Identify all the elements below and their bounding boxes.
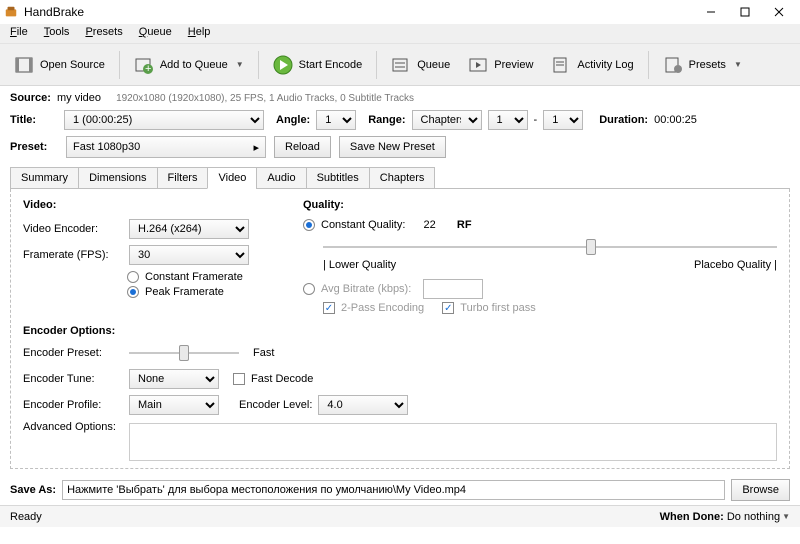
encoder-tune-select[interactable]: None — [129, 369, 219, 389]
menu-file[interactable]: File — [2, 24, 36, 43]
angle-label: Angle: — [276, 114, 310, 126]
save-as-input[interactable] — [62, 480, 725, 500]
browse-button[interactable]: Browse — [731, 479, 790, 501]
menu-bar: File Tools Presets Queue Help — [0, 24, 800, 44]
twopass-check[interactable] — [323, 302, 335, 314]
pfr-radio[interactable]: Peak Framerate — [127, 286, 273, 298]
encoder-label: Video Encoder: — [23, 223, 123, 235]
cq-value: 22 — [424, 219, 436, 231]
range-type-select[interactable]: Chapters — [412, 110, 482, 130]
range-from-select[interactable]: 1 — [488, 110, 528, 130]
save-new-preset-button[interactable]: Save New Preset — [339, 136, 446, 158]
encoder-select[interactable]: H.264 (x264) — [129, 219, 249, 239]
lower-quality-label: | Lower Quality — [323, 259, 396, 271]
fast-decode-check[interactable] — [233, 373, 245, 385]
log-icon — [551, 55, 571, 75]
add-queue-button[interactable]: + Add to Queue▼ — [126, 51, 252, 79]
tab-dimensions[interactable]: Dimensions — [78, 167, 157, 189]
when-done-value[interactable]: Do nothing — [727, 511, 780, 523]
quality-slider[interactable] — [323, 237, 777, 257]
menu-presets[interactable]: Presets — [77, 24, 130, 43]
encoder-preset-label: Encoder Preset: — [23, 347, 123, 359]
open-source-button[interactable]: Open Source — [6, 51, 113, 79]
encoder-tune-label: Encoder Tune: — [23, 373, 123, 385]
menu-help[interactable]: Help — [180, 24, 219, 43]
turbo-check[interactable] — [442, 302, 454, 314]
preset-select[interactable]: Fast 1080p30▸ — [66, 136, 266, 158]
presets-icon — [663, 55, 683, 75]
tab-subtitles[interactable]: Subtitles — [306, 167, 370, 189]
preset-label: Preset: — [10, 141, 58, 153]
framerate-select[interactable]: 30 — [129, 245, 249, 265]
presets-button[interactable]: Presets▼ — [655, 51, 750, 79]
source-name: my video — [57, 92, 101, 104]
tab-chapters[interactable]: Chapters — [369, 167, 436, 189]
close-button[interactable] — [762, 1, 796, 23]
status-ready: Ready — [10, 511, 42, 523]
avg-bitrate-input[interactable] — [423, 279, 483, 299]
svg-text:+: + — [145, 63, 151, 75]
cfr-radio[interactable]: Constant Framerate — [127, 271, 273, 283]
quality-heading: Quality: — [303, 199, 777, 211]
avg-bitrate-radio[interactable]: Avg Bitrate (kbps): — [303, 279, 777, 299]
encoder-level-select[interactable]: 4.0 — [318, 395, 408, 415]
play-icon — [273, 55, 293, 75]
start-encode-button[interactable]: Start Encode — [265, 51, 371, 79]
add-queue-icon: + — [134, 55, 154, 75]
window-title: HandBrake — [24, 5, 694, 19]
duration-label: Duration: — [599, 114, 648, 126]
source-label: Source: — [10, 92, 51, 104]
source-meta: 1920x1080 (1920x1080), 25 FPS, 1 Audio T… — [116, 93, 414, 104]
range-label: Range: — [368, 114, 405, 126]
placebo-quality-label: Placebo Quality | — [694, 259, 777, 271]
cq-unit: RF — [457, 219, 472, 231]
preview-button[interactable]: Preview — [460, 51, 541, 79]
tab-audio[interactable]: Audio — [256, 167, 306, 189]
minimize-button[interactable] — [694, 1, 728, 23]
reload-button[interactable]: Reload — [274, 136, 331, 158]
app-icon — [4, 5, 18, 19]
range-to-select[interactable]: 1 — [543, 110, 583, 130]
angle-select[interactable]: 1 — [316, 110, 356, 130]
tab-summary[interactable]: Summary — [10, 167, 79, 189]
encoder-level-label: Encoder Level: — [239, 399, 312, 411]
film-icon — [14, 55, 34, 75]
title-select[interactable]: 1 (00:00:25) — [64, 110, 264, 130]
encoder-profile-select[interactable]: Main — [129, 395, 219, 415]
constant-quality-radio[interactable]: Constant Quality: 22 RF — [303, 219, 777, 231]
encoder-preset-value: Fast — [253, 347, 274, 359]
advanced-options-label: Advanced Options: — [23, 421, 123, 433]
framerate-label: Framerate (FPS): — [23, 249, 123, 261]
preview-icon — [468, 55, 488, 75]
advanced-options-input[interactable] — [129, 423, 777, 461]
encoder-profile-label: Encoder Profile: — [23, 399, 123, 411]
queue-icon — [391, 55, 411, 75]
queue-button[interactable]: Queue — [383, 51, 458, 79]
activity-log-button[interactable]: Activity Log — [543, 51, 641, 79]
menu-tools[interactable]: Tools — [36, 24, 78, 43]
save-as-label: Save As: — [10, 484, 56, 496]
video-heading: Video: — [23, 199, 273, 211]
duration-value: 00:00:25 — [654, 114, 697, 126]
menu-queue[interactable]: Queue — [131, 24, 180, 43]
maximize-button[interactable] — [728, 1, 762, 23]
encoder-options-heading: Encoder Options: — [23, 325, 777, 337]
tab-video[interactable]: Video — [207, 167, 257, 189]
when-done-label: When Done: — [660, 511, 724, 523]
encoder-preset-slider[interactable] — [129, 343, 239, 363]
tab-bar: Summary Dimensions Filters Video Audio S… — [10, 166, 790, 189]
title-label: Title: — [10, 114, 58, 126]
tab-filters[interactable]: Filters — [157, 167, 209, 189]
